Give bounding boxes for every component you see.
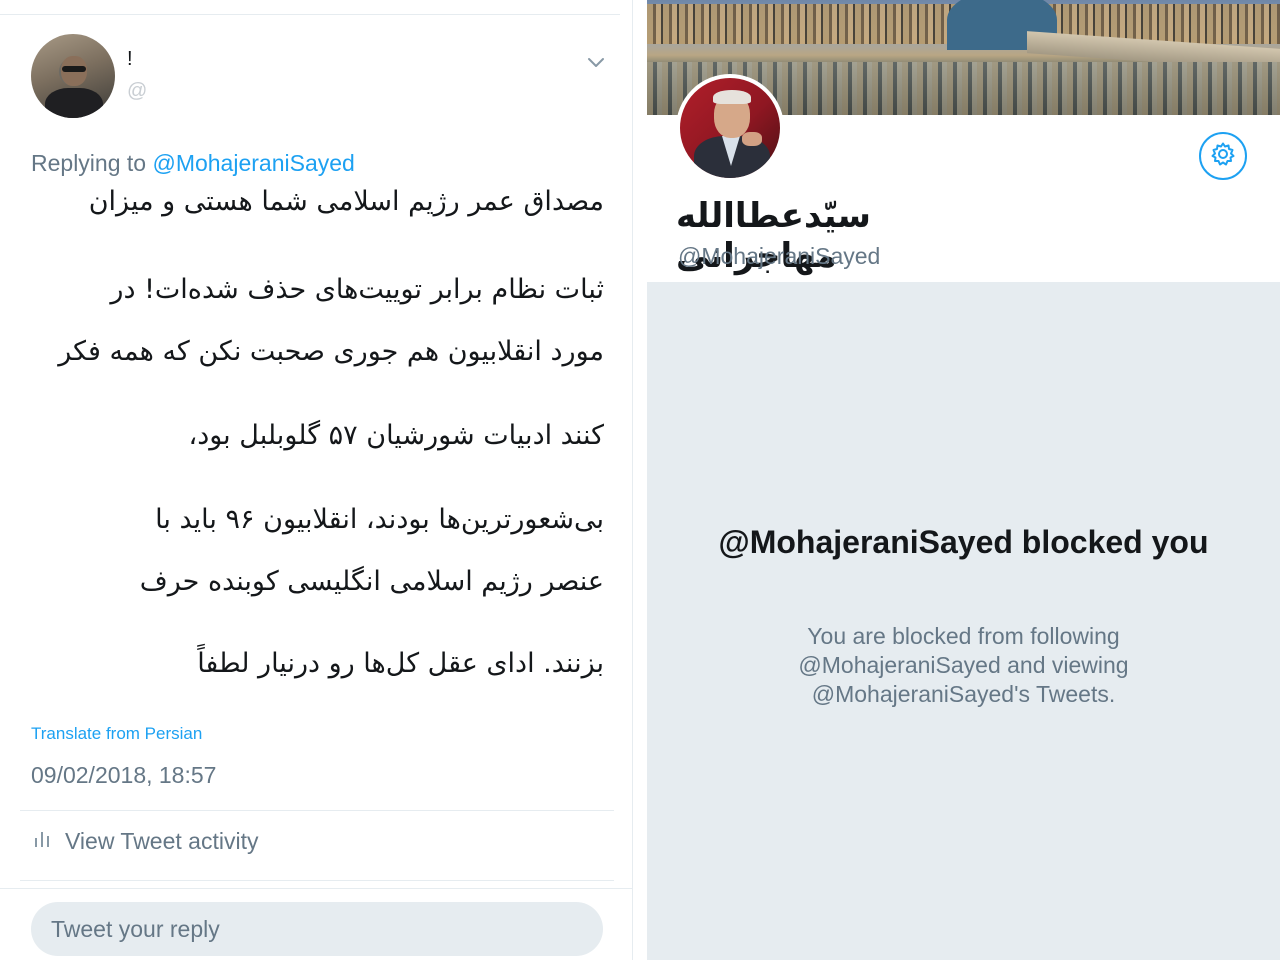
author-name[interactable]: ! bbox=[127, 48, 297, 70]
replying-to-line: Replying to @MohajeraniSayed bbox=[31, 150, 355, 177]
tweet-timestamp: 09/02/2018, 18:57 bbox=[31, 762, 217, 788]
settings-button[interactable] bbox=[1199, 132, 1247, 180]
tweet-text-line: بی‌شعورترین‌ها بودند، انقلابیون ۹۶ باید … bbox=[155, 504, 604, 535]
avatar-hair bbox=[713, 90, 751, 104]
tweet-text-line: کنند ادبیات شورشیان ۵۷ گلوبلبل بود، bbox=[188, 420, 604, 451]
tweet-detail-pane: ! @ Replying to @MohajeraniSayed مصداق ع… bbox=[0, 0, 633, 960]
profile-avatar[interactable] bbox=[676, 74, 784, 182]
profile-pane: سیّدعطاالله مهاجرانی @MohajeraniSayed @M… bbox=[647, 0, 1280, 960]
screenshot-root: ! @ Replying to @MohajeraniSayed مصداق ع… bbox=[0, 0, 1280, 960]
divider bbox=[0, 14, 620, 15]
activity-label: View Tweet activity bbox=[65, 828, 259, 854]
view-tweet-activity-button[interactable]: View Tweet activity bbox=[33, 828, 258, 855]
avatar-glasses bbox=[62, 66, 86, 72]
bar-chart-icon bbox=[33, 828, 51, 855]
divider bbox=[0, 888, 633, 889]
replying-to-mention-link[interactable]: @MohajeraniSayed bbox=[152, 150, 354, 176]
author-avatar[interactable] bbox=[31, 34, 115, 118]
replying-prefix: Replying to bbox=[31, 150, 147, 176]
tweet-text-line: ثبات نظام برابر توییت‌های حذف شده‌ات! در bbox=[110, 274, 604, 305]
avatar-hand bbox=[742, 132, 762, 146]
tweet-text-line: عنصر رژیم اسلامی انگلیسی کوبنده حرف bbox=[139, 566, 604, 597]
divider bbox=[20, 810, 614, 811]
author-handle[interactable]: @ bbox=[127, 80, 157, 102]
profile-handle: @MohajeraniSayed bbox=[678, 243, 881, 269]
chevron-down-icon[interactable] bbox=[586, 52, 606, 72]
translate-link[interactable]: Translate from Persian bbox=[31, 724, 202, 744]
divider bbox=[20, 880, 614, 881]
tweet-text-line: بزنند. ادای عقل کل‌ها رو درنیار لطفاً bbox=[197, 648, 604, 679]
blocked-notice-area: @MohajeraniSayed blocked you You are blo… bbox=[647, 282, 1280, 960]
reply-input[interactable] bbox=[31, 902, 603, 956]
tweet-text-line: مورد انقلابیون هم جوری صحبت نکن که همه ف… bbox=[58, 336, 604, 367]
gear-icon bbox=[1210, 141, 1236, 172]
tweet-text-line: مصداق عمر رژیم اسلامی شما هستی و میزان bbox=[88, 186, 604, 217]
avatar-body bbox=[45, 88, 103, 118]
blocked-title: @MohajeraniSayed blocked you bbox=[718, 524, 1209, 560]
blocked-description: You are blocked from following @Mohajera… bbox=[798, 623, 1129, 707]
